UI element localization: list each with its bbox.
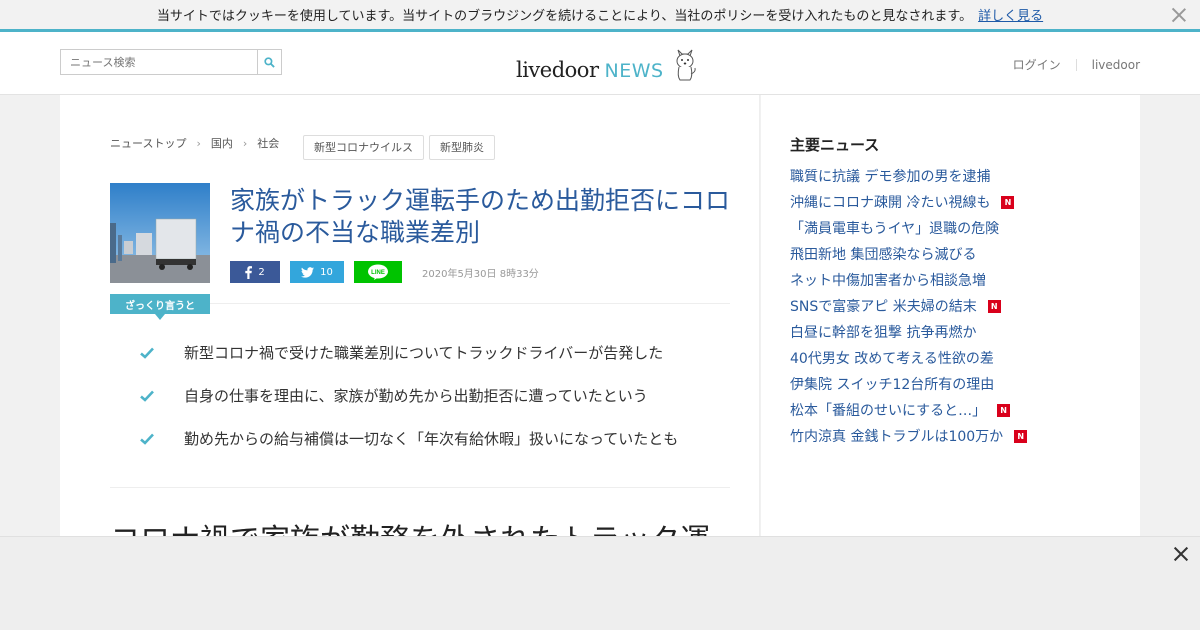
twitter-icon <box>301 266 315 278</box>
summary-text: 自身の仕事を理由に、家族が勤め先から出勤拒否に遭っていたという <box>184 387 648 405</box>
article-title: 家族がトラック運転手のため出勤拒否にコロナ禍の不当な職業差別 <box>230 186 731 247</box>
site-logo[interactable]: livedoor NEWS <box>516 42 698 82</box>
news-list-item[interactable]: 竹内涼真 金銭トラブルは100万か N <box>790 423 1028 449</box>
breadcrumb-item-society[interactable]: 社会 <box>257 135 279 151</box>
news-list-item[interactable]: 松本「番組のせいにすると…」 N <box>790 397 1027 423</box>
cookie-details-link[interactable]: 詳しく見る <box>978 5 1043 24</box>
article-thumbnail[interactable] <box>110 183 210 283</box>
search-box <box>60 49 282 75</box>
sidebar-title: 主要ニュース <box>790 136 880 154</box>
summary-label: ざっくり言うと <box>110 294 210 320</box>
search-icon <box>264 56 275 68</box>
news-item-label: 伊集院 スイッチ12台所有の理由 <box>790 377 995 393</box>
facebook-icon <box>245 265 253 279</box>
new-badge-icon: N <box>1001 195 1015 209</box>
news-item-label: 白昼に幹部を狙撃 抗争再燃か <box>790 325 977 341</box>
share-bar: 2 10 LINE 2020年5月30日 8時33分 <box>230 261 539 283</box>
facebook-share-button[interactable]: 2 <box>230 261 280 283</box>
news-list-item[interactable]: 沖縄にコロナ疎開 冷たい視線も N <box>790 189 1027 215</box>
news-item-label: 松本「番組のせいにすると…」 <box>790 403 987 419</box>
news-list-item[interactable]: 白昼に幹部を狙撃 抗争再燃か <box>790 319 1027 345</box>
new-badge-icon: N <box>987 299 1001 313</box>
chevron-right-icon: › <box>242 136 248 150</box>
news-item-label: SNSで富豪アピ 米夫婦の結末 <box>790 299 977 315</box>
line-icon: LINE <box>368 264 388 280</box>
twitter-share-count: 10 <box>320 266 333 278</box>
check-icon <box>140 347 154 359</box>
news-item-label: 沖縄にコロナ疎開 冷たい視線も <box>790 195 991 211</box>
breadcrumb: ニューストップ › 国内 › 社会 <box>110 135 279 151</box>
site-header: livedoor NEWS ログイン livedoor <box>0 32 1200 95</box>
summary-item: 勤め先からの給与補償は一切なく「年次有給休暇」扱いになっていたとも <box>140 428 678 449</box>
main-news-list: 職質に抗議 デモ参加の男を逮捕 沖縄にコロナ疎開 冷たい視線も N 「満員電車もうイヤ… <box>790 163 1028 449</box>
new-badge-icon: N <box>997 403 1011 417</box>
new-badge-icon: N <box>1014 429 1028 443</box>
livedoor-link[interactable]: livedoor <box>1092 58 1140 72</box>
breadcrumb-item-top[interactable]: ニューストップ <box>110 135 186 151</box>
news-item-label: 飛田新地 集団感染なら滅びる <box>790 247 977 263</box>
news-list-item[interactable]: 40代男女 改めて考える性欲の差 <box>790 345 1027 371</box>
header-divider <box>1075 58 1077 71</box>
check-icon <box>140 390 154 402</box>
news-item-label: 「満員電車もうイヤ」退職の危険 <box>790 221 1000 237</box>
summary-text: 勤め先からの給与補償は一切なく「年次有給休暇」扱いになっていたとも <box>184 430 679 448</box>
topic-tags: 新型コロナウイルス 新型肺炎 <box>303 135 500 160</box>
tag-pneumonia[interactable]: 新型肺炎 <box>429 135 495 160</box>
summary-text: 新型コロナ禍で受けた職業差別についてトラックドライバーが告発した <box>184 344 664 362</box>
logo-news: NEWS <box>604 60 664 82</box>
summary-box: ざっくり言うと 新型コロナ禍で受けた職業差別についてトラックドライバーが告発した… <box>110 294 730 488</box>
tag-covid[interactable]: 新型コロナウイルス <box>303 135 424 160</box>
twitter-share-button[interactable]: 10 <box>290 261 344 283</box>
ad-close-icon[interactable] <box>1172 545 1190 563</box>
search-input[interactable] <box>61 50 257 74</box>
news-list-item[interactable]: ネット中傷加害者から相談急増 <box>790 267 1027 293</box>
cookie-banner: 当サイトではクッキーを使用しています。当サイトのブラウジングを続けることにより、… <box>0 0 1200 32</box>
ad-overlay <box>0 536 1200 630</box>
article-main: ニューストップ › 国内 › 社会 新型コロナウイルス 新型肺炎 家族がトラック… <box>60 95 760 536</box>
news-item-label: 竹内涼真 金銭トラブルは100万か <box>790 429 1004 445</box>
news-list-item[interactable]: 伊集院 スイッチ12台所有の理由 <box>790 371 1027 397</box>
news-item-label: ネット中傷加害者から相談急増 <box>790 273 986 289</box>
publish-date: 2020年5月30日 8時33分 <box>422 268 539 280</box>
sidebar: 主要ニュース 職質に抗議 デモ参加の男を逮捕 沖縄にコロナ疎開 冷たい視線も N 「満… <box>761 95 1140 536</box>
news-list-item[interactable]: 飛田新地 集団感染なら滅びる <box>790 241 1027 267</box>
news-item-label: 職質に抗議 デモ参加の男を逮捕 <box>790 169 991 185</box>
line-share-button[interactable]: LINE <box>354 261 402 283</box>
cookie-message: 当サイトではクッキーを使用しています。当サイトのブラウジングを続けることにより、… <box>156 9 973 24</box>
login-link[interactable]: ログイン <box>1013 56 1061 73</box>
news-list-item[interactable]: SNSで富豪アピ 米夫婦の結末 N <box>790 293 1027 319</box>
dog-mascot-icon <box>676 49 696 81</box>
news-item-label: 40代男女 改めて考える性欲の差 <box>790 351 994 367</box>
logo-livedoor: livedoor <box>516 58 599 82</box>
summary-item: 自身の仕事を理由に、家族が勤め先から出勤拒否に遭っていたという <box>140 385 648 406</box>
news-list-item[interactable]: 職質に抗議 デモ参加の男を逮捕 <box>790 163 1027 189</box>
summary-item: 新型コロナ禍で受けた職業差別についてトラックドライバーが告発した <box>140 342 663 363</box>
cookie-close-icon[interactable] <box>1170 6 1188 24</box>
search-button[interactable] <box>257 50 281 74</box>
chevron-right-icon: › <box>196 136 201 150</box>
truck-photo <box>110 183 210 283</box>
news-list-item[interactable]: 「満員電車もうイヤ」退職の危険 <box>790 215 1027 241</box>
facebook-share-count: 2 <box>258 266 265 278</box>
breadcrumb-item-domestic[interactable]: 国内 <box>211 135 233 151</box>
article-body-heading: コロナ禍で家族が勤務を外されたトラック運 <box>110 515 710 536</box>
line-icon-text: LINE <box>371 270 385 276</box>
check-icon <box>140 433 154 445</box>
header-links: ログイン livedoor <box>1013 56 1140 73</box>
